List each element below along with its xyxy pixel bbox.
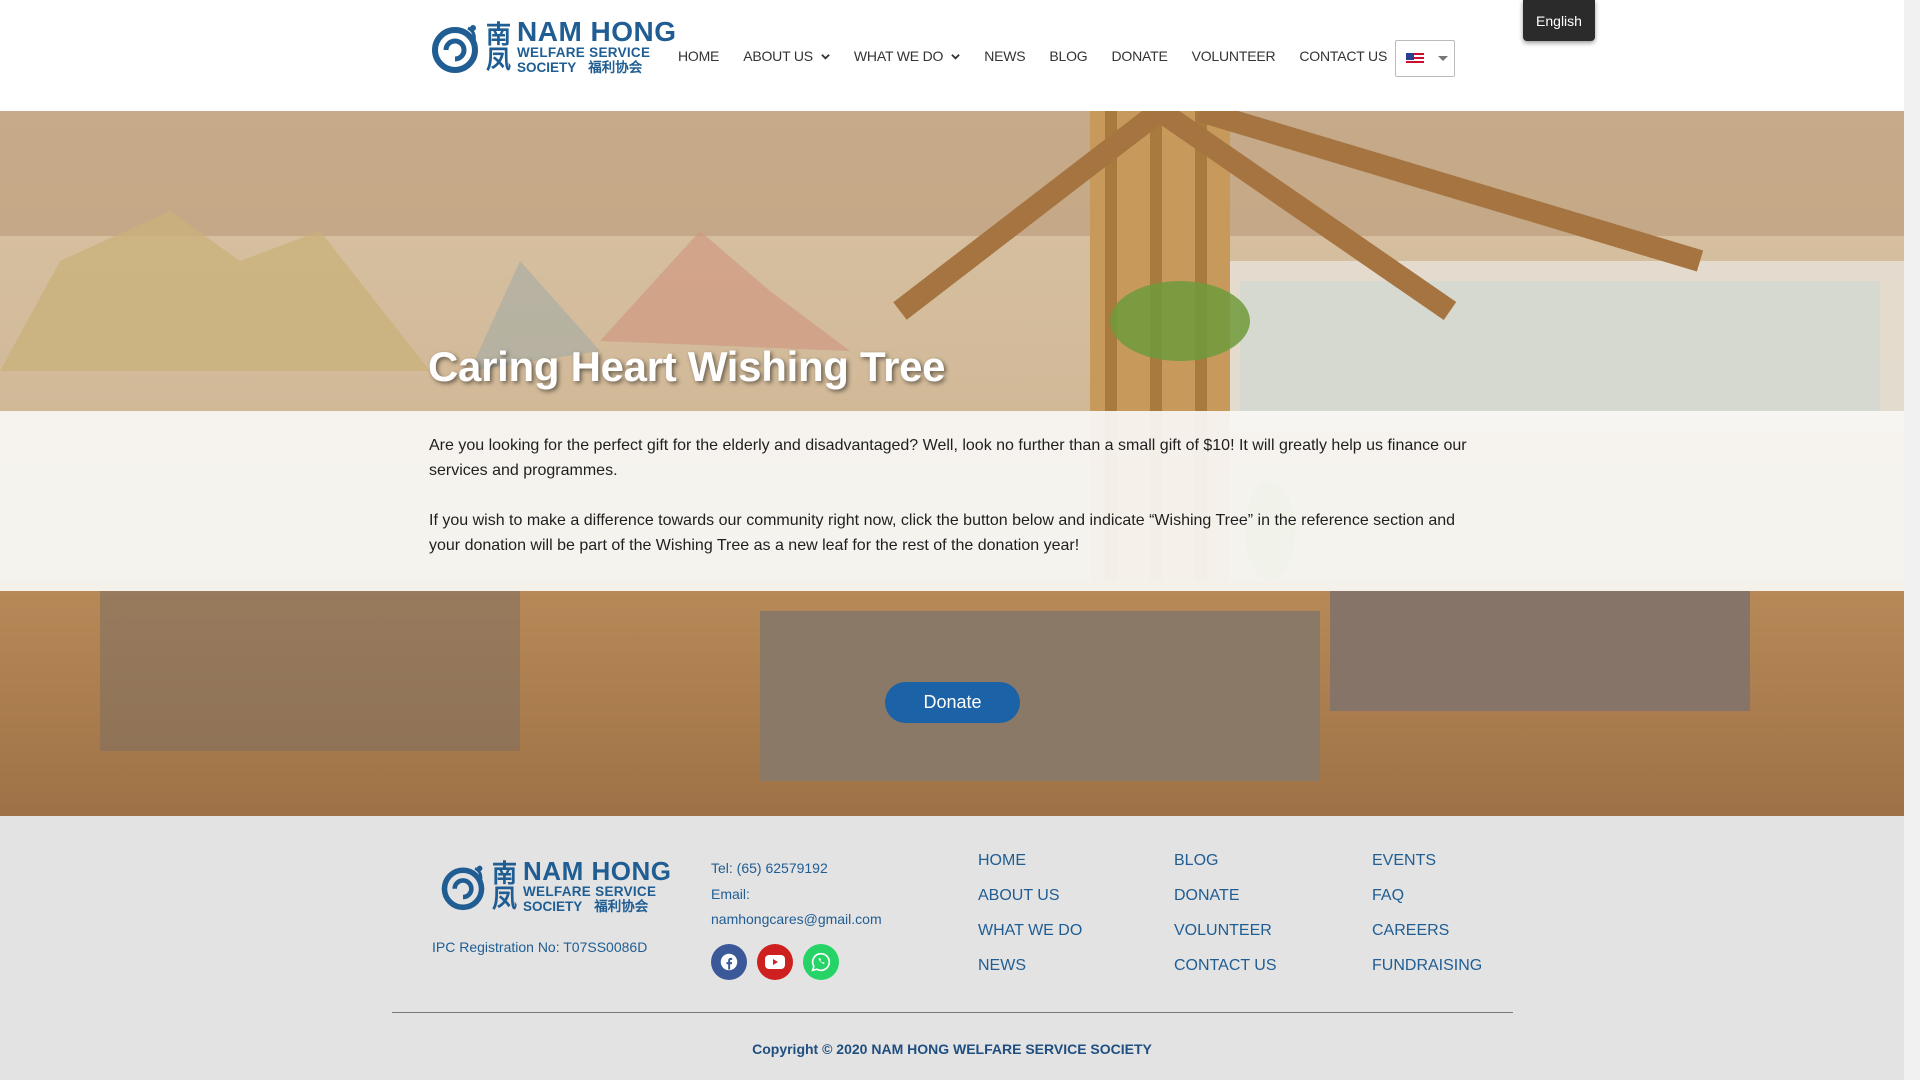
footer-logo[interactable]: 南 凤 NAM HONG WELFARE SERVICE SOCIETY 福利协会 (438, 858, 671, 914)
ipc-registration: IPC Registration No: T07SS0086D (432, 939, 648, 955)
swirl-logo-icon (432, 25, 478, 73)
caret-down-icon (1438, 56, 1448, 61)
logo-chinese-name: 南 凤 (492, 859, 518, 913)
footer-link-careers[interactable]: CAREERS (1372, 921, 1482, 956)
site-footer: 南 凤 NAM HONG WELFARE SERVICE SOCIETY 福利协会… (0, 816, 1904, 1080)
footer-link-fundraising[interactable]: FUNDRAISING (1372, 956, 1482, 991)
logo-chinese-name: 南 凤 (486, 20, 512, 74)
phone-number: Tel: (65) 62579192 (711, 860, 828, 876)
footer-links-col-2: BLOG DONATE VOLUNTEER CONTACT US (1174, 851, 1277, 991)
nav-contact-us[interactable]: CONTACT US (1299, 48, 1387, 64)
social-links (711, 944, 839, 980)
contact-info: Tel: (65) 62579192 Email: namhongcares@g… (711, 856, 882, 933)
footer-links-col-1: HOME ABOUT US WHAT WE DO NEWS (978, 851, 1082, 991)
language-tooltip: English (1523, 0, 1595, 41)
nav-volunteer[interactable]: VOLUNTEER (1192, 48, 1276, 64)
facebook-icon[interactable] (711, 944, 747, 980)
chevron-down-icon (951, 53, 960, 60)
footer-link-news[interactable]: NEWS (978, 956, 1082, 991)
donate-button[interactable]: Donate (885, 682, 1020, 723)
youtube-icon[interactable] (757, 944, 793, 980)
site-logo[interactable]: 南 凤 NAM HONG WELFARE SERVICE SOCIETY 福利协会 (428, 18, 677, 76)
logo-wordmark: NAM HONG WELFARE SERVICE SOCIETY 福利协会 (523, 856, 672, 914)
footer-link-events[interactable]: EVENTS (1372, 851, 1482, 886)
main-nav: HOME ABOUT US WHAT WE DO NEWS BLOG DONAT… (678, 48, 1411, 64)
nav-news[interactable]: NEWS (984, 48, 1025, 64)
nav-donate[interactable]: DONATE (1112, 48, 1168, 64)
intro-paragraph-1: Are you looking for the perfect gift for… (429, 437, 1467, 479)
page-scrollbar[interactable] (1904, 0, 1920, 1080)
hero-section: Caring Heart Wishing Tree Are you lookin… (0, 111, 1904, 816)
page-title: Caring Heart Wishing Tree (428, 343, 946, 390)
email-label: Email: (711, 885, 750, 902)
nav-home[interactable]: HOME (678, 48, 719, 64)
whatsapp-icon[interactable] (803, 944, 839, 980)
footer-links-col-3: EVENTS FAQ CAREERS FUNDRAISING (1372, 851, 1482, 991)
footer-link-contact-us[interactable]: CONTACT US (1174, 956, 1277, 991)
chevron-down-icon (821, 53, 830, 60)
footer-link-home[interactable]: HOME (978, 851, 1082, 886)
footer-link-what-we-do[interactable]: WHAT WE DO (978, 921, 1082, 956)
nav-what-we-do[interactable]: WHAT WE DO (854, 48, 960, 64)
footer-divider (392, 1012, 1513, 1013)
intro-paragraph-2: If you wish to make a difference towards… (429, 512, 1456, 554)
nav-blog[interactable]: BLOG (1049, 48, 1087, 64)
swirl-logo-icon (441, 865, 485, 911)
language-selector[interactable] (1395, 40, 1455, 77)
us-flag-icon (1406, 52, 1424, 65)
logo-wordmark: NAM HONG WELFARE SERVICE SOCIETY 福利协会 (517, 16, 677, 76)
footer-link-faq[interactable]: FAQ (1372, 886, 1482, 921)
email-address[interactable]: namhongcares@gmail.com (711, 907, 882, 933)
copyright-text: Copyright © 2020 NAM HONG WELFARE SERVIC… (752, 1041, 1152, 1057)
site-header: 南 凤 NAM HONG WELFARE SERVICE SOCIETY 福利协会… (0, 0, 1904, 111)
nav-about-us[interactable]: ABOUT US (743, 48, 830, 64)
footer-link-donate[interactable]: DONATE (1174, 886, 1277, 921)
footer-link-about-us[interactable]: ABOUT US (978, 886, 1082, 921)
footer-link-blog[interactable]: BLOG (1174, 851, 1277, 886)
footer-link-volunteer[interactable]: VOLUNTEER (1174, 921, 1277, 956)
